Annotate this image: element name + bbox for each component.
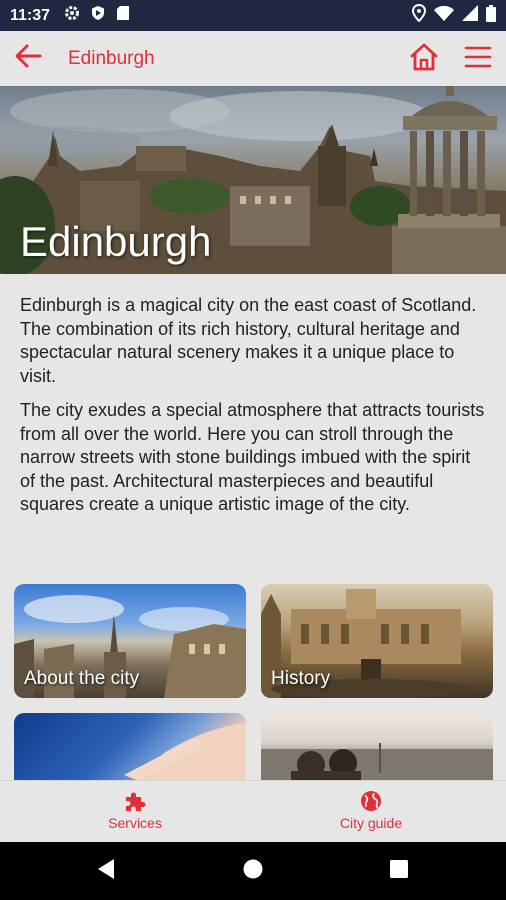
app-bar: Edinburgh bbox=[0, 31, 506, 86]
hamburger-menu-icon bbox=[464, 45, 492, 74]
card-about-the-city[interactable]: About the city bbox=[14, 584, 246, 698]
arrow-left-icon bbox=[14, 44, 42, 73]
system-home-button[interactable] bbox=[241, 859, 265, 883]
intro-text: Edinburgh is a magical city on the east … bbox=[20, 294, 488, 528]
hand-touching-screen-image bbox=[124, 723, 246, 783]
location-icon bbox=[411, 3, 427, 27]
card-services-image[interactable] bbox=[14, 713, 246, 783]
home-button[interactable] bbox=[404, 41, 444, 77]
page-title: Edinburgh bbox=[68, 47, 155, 69]
card-label: About the city bbox=[24, 668, 140, 689]
bottom-navigation: Services City guide bbox=[0, 780, 506, 842]
triangle-back-icon bbox=[96, 858, 116, 885]
home-icon bbox=[409, 43, 439, 76]
card-history[interactable]: History bbox=[261, 584, 493, 698]
status-time: 11:37 bbox=[10, 6, 51, 24]
nav-services-label: Services bbox=[108, 815, 162, 831]
globe-icon bbox=[359, 789, 383, 816]
intro-paragraph: Edinburgh is a magical city on the east … bbox=[20, 295, 477, 386]
circle-home-icon bbox=[242, 858, 264, 885]
signal-icon bbox=[462, 5, 478, 26]
status-bar: 11:37 bbox=[0, 0, 506, 31]
system-back-button[interactable] bbox=[94, 858, 118, 885]
nav-services[interactable]: Services bbox=[55, 789, 215, 831]
menu-button[interactable] bbox=[458, 41, 498, 77]
nav-city-guide[interactable]: City guide bbox=[291, 789, 451, 831]
system-navigation-bar bbox=[0, 842, 506, 900]
gear-icon bbox=[64, 5, 80, 26]
hero-image: Edinburgh bbox=[0, 86, 506, 274]
square-recents-icon bbox=[389, 859, 409, 884]
puzzle-piece-icon bbox=[123, 789, 147, 816]
nav-city-guide-label: City guide bbox=[339, 815, 403, 831]
system-recents-button[interactable] bbox=[387, 859, 411, 883]
card-city-guide-image[interactable] bbox=[261, 713, 493, 783]
shield-icon bbox=[90, 5, 106, 26]
card-label: History bbox=[271, 668, 331, 689]
hero-title: Edinburgh bbox=[20, 218, 212, 265]
intro-paragraph: The city exudes a special atmosphere tha… bbox=[20, 400, 485, 514]
wifi-icon bbox=[434, 5, 454, 26]
sim-card-icon bbox=[116, 5, 130, 26]
back-button[interactable] bbox=[0, 31, 56, 86]
people-overlooking-city-image bbox=[261, 743, 493, 783]
battery-icon bbox=[486, 4, 496, 27]
